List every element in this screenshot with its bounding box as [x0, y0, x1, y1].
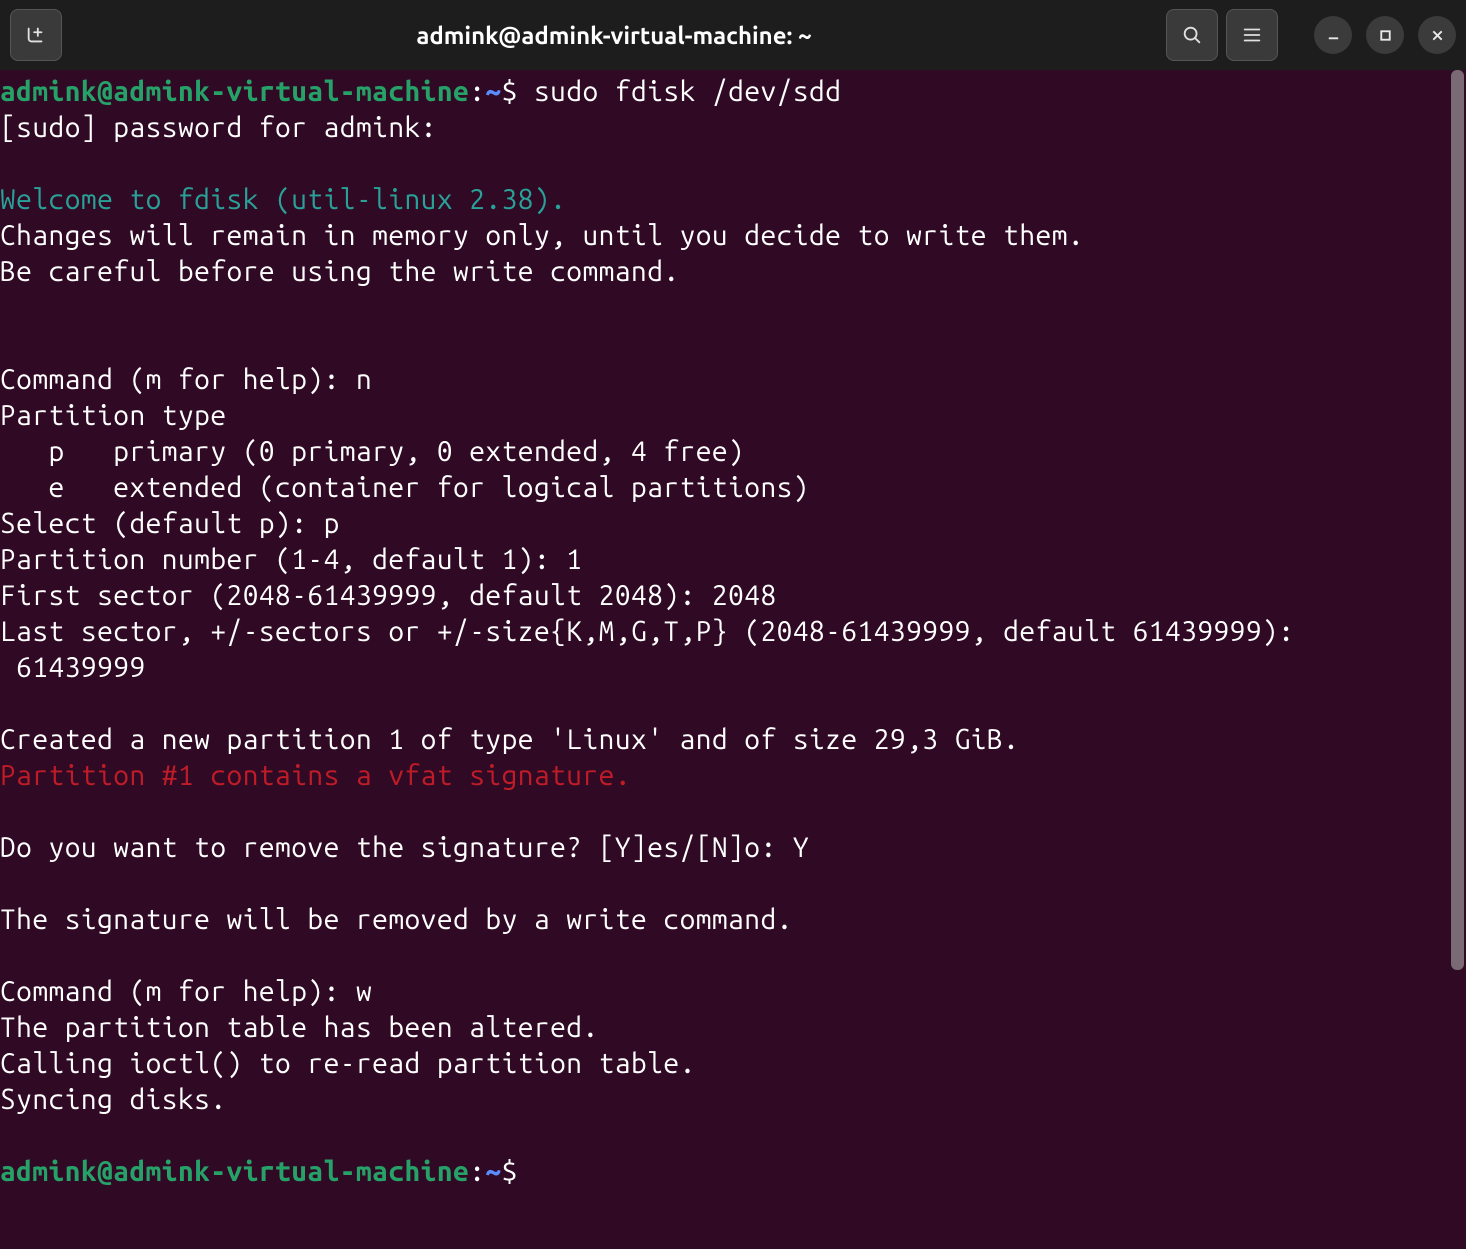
prompt2-path: ~ — [485, 1156, 501, 1187]
new-tab-button[interactable] — [10, 9, 62, 61]
titlebar: admink@admink-virtual-machine: ~ — [0, 0, 1466, 70]
line-will-remove: The signature will be removed by a write… — [0, 904, 793, 935]
window-title: admink@admink-virtual-machine: ~ — [416, 22, 811, 49]
line-first-sector: First sector (2048-61439999, default 204… — [0, 580, 777, 611]
line-partnum: Partition number (1-4, default 1): 1 — [0, 544, 582, 575]
prompt-sep: : — [469, 76, 485, 107]
line-ioctl: Calling ioctl() to re-read partition tab… — [0, 1048, 696, 1079]
prompt-path: ~ — [485, 76, 501, 107]
line-cmd-n: Command (m for help): n — [0, 364, 372, 395]
line-select: Select (default p): p — [0, 508, 340, 539]
prompt-dollar: $ — [502, 76, 518, 107]
command-text: sudo fdisk /dev/sdd — [518, 76, 842, 107]
line-created: Created a new partition 1 of type 'Linux… — [0, 724, 1019, 755]
minimize-icon — [1326, 28, 1341, 43]
hamburger-icon — [1241, 24, 1263, 46]
search-icon — [1181, 24, 1203, 46]
terminal-area[interactable]: admink@admink-virtual-machine:~$ sudo fd… — [0, 70, 1466, 1249]
line-changes: Changes will remain in memory only, unti… — [0, 220, 1084, 251]
line-welcome: Welcome to fdisk (util-linux 2.38). — [0, 184, 566, 215]
close-icon — [1430, 28, 1445, 43]
maximize-button[interactable] — [1366, 16, 1404, 54]
line-altered: The partition table has been altered. — [0, 1012, 599, 1043]
line-careful: Be careful before using the write comman… — [0, 256, 680, 287]
line-vfat: Partition #1 contains a vfat signature. — [0, 760, 631, 791]
scrollbar[interactable] — [1449, 70, 1466, 1249]
line-remove-sig: Do you want to remove the signature? [Y]… — [0, 832, 809, 863]
line-ptype: Partition type — [0, 400, 227, 431]
line-last-sector: Last sector, +/-sectors or +/-size{K,M,G… — [0, 616, 1294, 683]
new-tab-icon — [25, 24, 47, 46]
line-sudo: [sudo] password for admink: — [0, 112, 453, 143]
maximize-icon — [1378, 28, 1393, 43]
line-extended: e extended (container for logical partit… — [0, 472, 809, 503]
close-button[interactable] — [1418, 16, 1456, 54]
line-cmd-w: Command (m for help): w — [0, 976, 372, 1007]
line-primary: p primary (0 primary, 0 extended, 4 free… — [0, 436, 744, 467]
minimize-button[interactable] — [1314, 16, 1352, 54]
menu-button[interactable] — [1226, 9, 1278, 61]
prompt2-dollar: $ — [502, 1156, 518, 1187]
search-button[interactable] — [1166, 9, 1218, 61]
prompt2-userhost: admink@admink-virtual-machine — [0, 1156, 469, 1187]
prompt-userhost: admink@admink-virtual-machine — [0, 76, 469, 107]
prompt2-sep: : — [469, 1156, 485, 1187]
terminal-content[interactable]: admink@admink-virtual-machine:~$ sudo fd… — [0, 70, 1449, 1249]
scrollbar-thumb[interactable] — [1451, 70, 1464, 970]
line-syncing: Syncing disks. — [0, 1084, 227, 1115]
